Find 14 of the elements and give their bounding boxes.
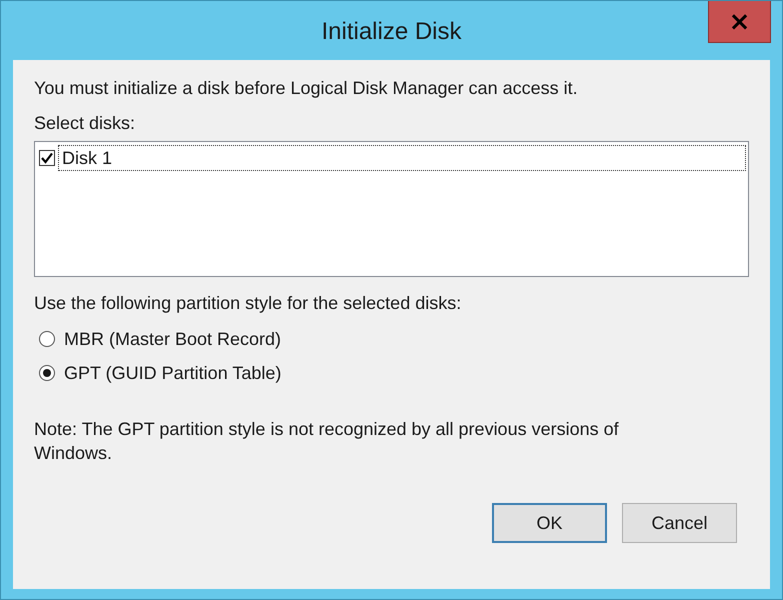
radio-button[interactable] — [39, 365, 55, 381]
window-title: Initialize Disk — [321, 18, 462, 46]
cancel-button[interactable]: Cancel — [622, 503, 737, 543]
disk-item[interactable]: Disk 1 — [58, 145, 746, 171]
close-button[interactable]: × — [708, 1, 771, 43]
radio-label[interactable]: GPT (GUID Partition Table) — [64, 361, 282, 385]
partition-style-label: Use the following partition style for the selected disks: — [34, 292, 462, 315]
radio-label[interactable]: MBR (Master Boot Record) — [64, 327, 282, 351]
intro-text: You must initialize a disk before Logical Disk Manager can access it. — [34, 77, 579, 100]
checkbox[interactable] — [39, 150, 55, 166]
ok-button[interactable]: OK — [492, 503, 607, 543]
radio-button[interactable] — [39, 331, 55, 347]
note-text: Note: The GPT partition style is not recognized by all previous versions of Windows. — [34, 418, 620, 465]
select-disks-label: Select disks: — [34, 112, 136, 135]
